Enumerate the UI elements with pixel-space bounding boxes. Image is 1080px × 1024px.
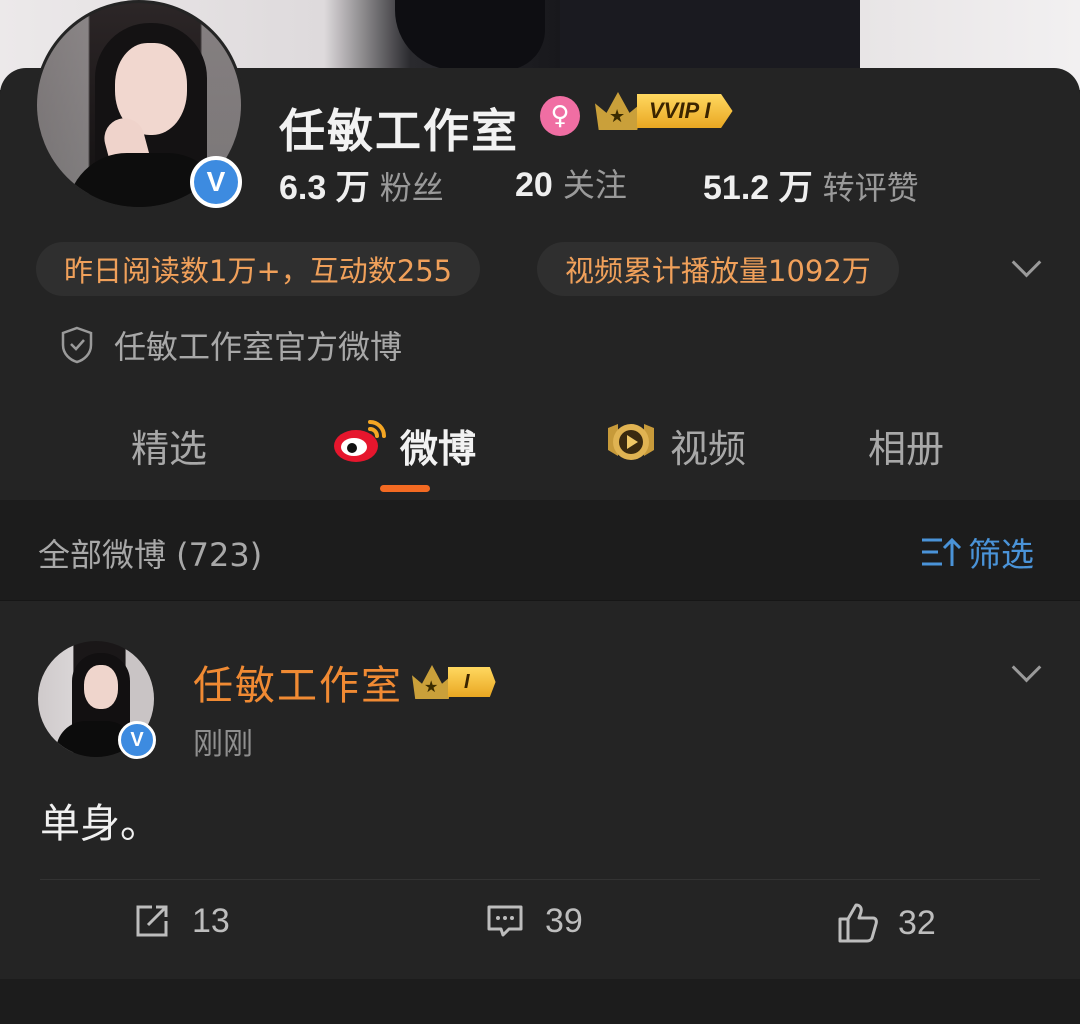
filter-label: 筛选 [968, 535, 1034, 574]
cover-coat [560, 0, 860, 70]
filter-bar: 全部微博 (723) 筛选 [0, 500, 1080, 600]
tab-album[interactable]: 相册 [868, 418, 944, 473]
vvip-badge[interactable]: ★ VVIP I [595, 90, 733, 132]
post-time: 刚刚 [193, 727, 253, 762]
tab-video[interactable]: 视频 [670, 418, 746, 473]
comment-icon [487, 905, 523, 937]
crown-icon: ★ [595, 92, 641, 130]
post-menu-chevron-icon[interactable] [1011, 652, 1042, 683]
post-body: 单身。 [40, 801, 160, 847]
stat-following[interactable]: 20 关注 [515, 160, 627, 206]
divider [40, 879, 1040, 880]
comment-count: 39 [545, 901, 583, 940]
official-text: 任敏工作室官方微博 [114, 328, 403, 366]
comment-button[interactable]: 39 [485, 901, 583, 941]
verified-icon: V [190, 156, 242, 208]
gender-female-icon: ♀ [540, 96, 580, 136]
post-author-name[interactable]: 任敏工作室 [193, 653, 403, 711]
filter-sort-icon [922, 537, 962, 566]
thumbs-up-icon [838, 903, 878, 943]
stat-label: 粉丝 [379, 169, 444, 207]
video-badge-icon [608, 424, 654, 460]
shield-icon [61, 326, 93, 364]
official-description: 任敏工作室官方微博 [60, 322, 402, 368]
like-count: 32 [898, 903, 936, 942]
stat-interactions[interactable]: 51.2 万转评赞 [703, 160, 919, 209]
vip-level-label: I [448, 667, 496, 697]
stat-value: 6.3 万 [279, 169, 370, 207]
tab-featured[interactable]: 精选 [131, 418, 207, 473]
all-posts-count: 全部微博 (723) [38, 536, 263, 574]
verified-icon: V [118, 721, 156, 759]
stat-followers[interactable]: 6.3 万粉丝 [279, 160, 444, 209]
like-button[interactable]: 32 [836, 901, 936, 945]
repost-count: 13 [192, 901, 230, 940]
stat-label: 转评赞 [822, 169, 919, 207]
tab-weibo[interactable]: 微博 [400, 418, 476, 473]
vvip-label: VVIP I [637, 94, 733, 128]
filter-button[interactable]: 筛选 [920, 528, 1034, 576]
stat-label: 关注 [562, 166, 627, 204]
weibo-logo-icon [334, 420, 386, 462]
cover-hair [395, 0, 545, 70]
stat-value: 51.2 万 [703, 169, 813, 207]
crown-icon: ★ [412, 665, 452, 699]
next-post-preview [0, 979, 1080, 1024]
profile-name: 任敏工作室 [279, 104, 519, 158]
repost-icon [136, 905, 168, 937]
post-card[interactable]: V 任敏工作室 ★ I 刚刚 单身。 13 39 32 [0, 601, 1080, 979]
video-plays-pill[interactable]: 视频累计播放量1092万 [537, 242, 899, 296]
stat-value: 20 [515, 166, 553, 204]
active-tab-indicator [380, 485, 430, 492]
repost-button[interactable]: 13 [132, 901, 230, 941]
vip-level-badge[interactable]: ★ I [412, 661, 496, 703]
reading-stats-pill[interactable]: 昨日阅读数1万+，互动数255 [36, 242, 481, 296]
